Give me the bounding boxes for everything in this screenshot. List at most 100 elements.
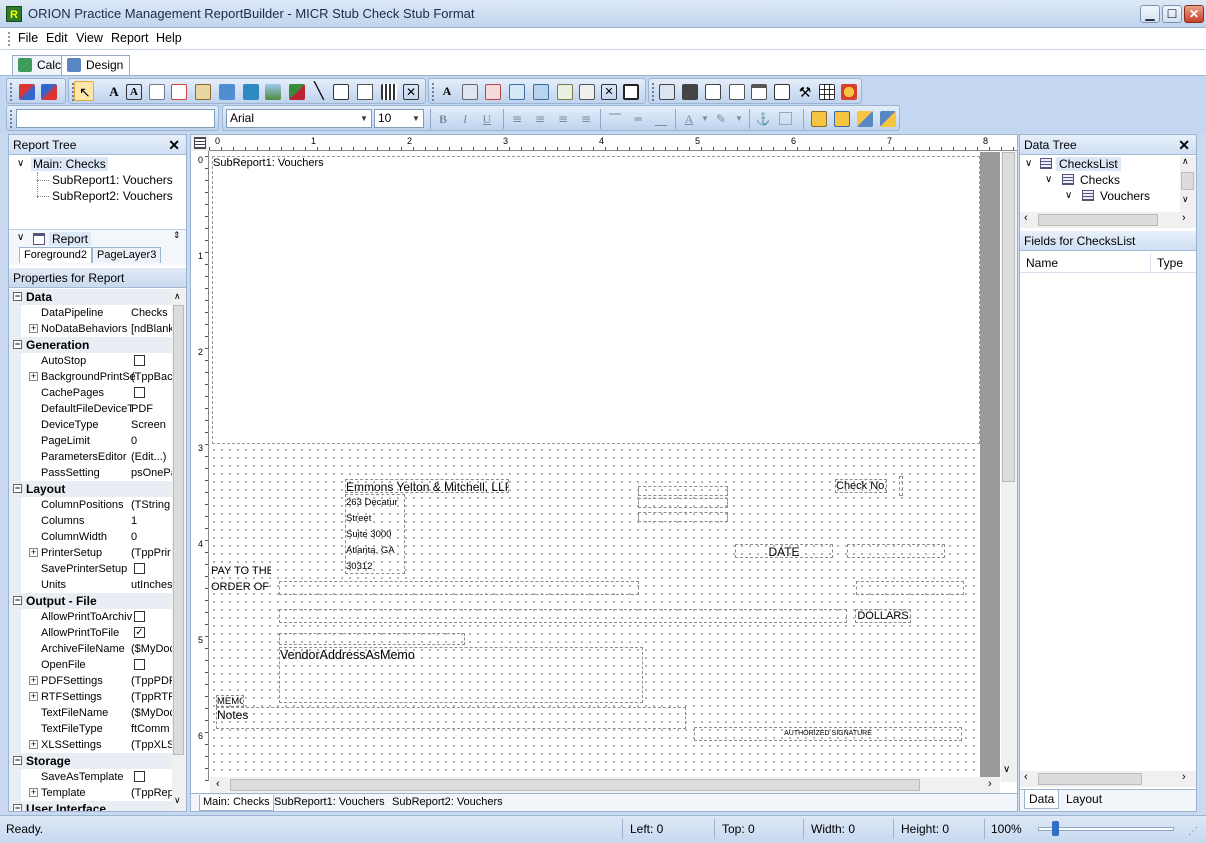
collapse-icon[interactable]: ∨ bbox=[1065, 190, 1072, 201]
property-checkbox[interactable]: ✓ bbox=[134, 627, 145, 638]
collapse-icon[interactable]: − bbox=[13, 596, 22, 605]
font-size-select[interactable]: 10 ▼ bbox=[374, 109, 424, 128]
check-no-label[interactable]: Check No. bbox=[835, 479, 887, 493]
dbbarcode-icon[interactable] bbox=[579, 84, 595, 100]
dbcalc-adv-icon[interactable] bbox=[509, 84, 525, 100]
scroll-thumb[interactable] bbox=[1002, 152, 1015, 482]
collapse-icon[interactable]: ∨ bbox=[1025, 158, 1032, 169]
bank-info-field[interactable] bbox=[638, 498, 728, 508]
menu-view[interactable]: View bbox=[76, 31, 103, 45]
tree-item-subreport2[interactable]: SubReport2: Vouchers bbox=[52, 189, 173, 203]
pay-to-label-2[interactable]: ORDER OF bbox=[211, 581, 271, 595]
property-row[interactable]: + NoDataBehaviors [ndBlank bbox=[9, 321, 179, 337]
collapse-icon[interactable]: − bbox=[13, 484, 22, 493]
property-category[interactable]: − User Interface bbox=[9, 801, 179, 811]
scroll-up-icon[interactable]: ∧ bbox=[174, 291, 181, 302]
company-name-label[interactable]: Emmons Yelton & Mitchell, LLP bbox=[345, 479, 509, 493]
layer-selector[interactable]: Report bbox=[49, 232, 92, 246]
align-top-icon[interactable]: ⎺ bbox=[607, 111, 623, 127]
subreport-region[interactable]: SubReport1: Vouchers bbox=[212, 156, 980, 444]
property-row[interactable]: ParametersEditor (Edit...) bbox=[9, 449, 179, 465]
scroll-down-icon[interactable]: ∨ bbox=[174, 795, 181, 806]
property-row[interactable]: ColumnWidth 0 bbox=[9, 529, 179, 545]
grid-toggle-icon[interactable] bbox=[194, 137, 206, 149]
highlight-color-icon[interactable]: ✎ bbox=[713, 111, 729, 127]
property-row[interactable]: TextFileType ftComm bbox=[9, 721, 179, 737]
teechart-icon[interactable] bbox=[729, 84, 745, 100]
dbcheckbox-icon[interactable]: ✕ bbox=[601, 84, 617, 100]
menu-help[interactable]: Help bbox=[156, 31, 182, 45]
property-row[interactable]: DataPipeline Checks bbox=[9, 305, 179, 321]
scroll-arrows-icon[interactable]: ⇕ bbox=[173, 230, 181, 241]
collapse-icon[interactable]: − bbox=[13, 756, 22, 765]
tab-layout[interactable]: Layout bbox=[1062, 790, 1106, 808]
checkbox-comp-icon[interactable]: ✕ bbox=[403, 84, 419, 100]
tab-design[interactable]: Design bbox=[61, 55, 131, 75]
pagebreak-icon[interactable] bbox=[623, 84, 639, 100]
property-checkbox[interactable] bbox=[134, 563, 145, 574]
column-name[interactable]: Name bbox=[1026, 256, 1058, 270]
scroll-thumb[interactable] bbox=[1038, 214, 1158, 226]
column-divider[interactable] bbox=[1150, 253, 1151, 273]
payee-name-field[interactable] bbox=[279, 633, 465, 645]
date-label[interactable]: DATE bbox=[735, 544, 833, 558]
close-icon[interactable]: ✕ bbox=[1178, 135, 1190, 155]
amount-words-field[interactable] bbox=[279, 609, 847, 623]
collapse-icon[interactable]: ∨ bbox=[1045, 174, 1052, 185]
label-icon[interactable]: A bbox=[106, 84, 122, 100]
maximize-button[interactable]: ☐ bbox=[1162, 5, 1182, 23]
signature-line[interactable]: AUTHORIZED SIGNATURE bbox=[694, 727, 962, 741]
dbmemo-icon[interactable] bbox=[462, 84, 478, 100]
property-row[interactable]: + RTFSettings (TppRTF bbox=[9, 689, 179, 705]
layer-tab-pagelayer3[interactable]: PageLayer3 bbox=[92, 247, 162, 263]
property-row[interactable]: DeviceType Screen bbox=[9, 417, 179, 433]
fields-hscroll[interactable]: ‹ › bbox=[1020, 771, 1196, 787]
tab-subreport1[interactable]: SubReport1: Vouchers bbox=[271, 795, 388, 810]
memo-icon[interactable] bbox=[149, 84, 165, 100]
send-back-icon[interactable] bbox=[834, 111, 850, 127]
zoom-slider-thumb[interactable] bbox=[1052, 821, 1059, 836]
vertical-scrollbar[interactable]: ∨ bbox=[1001, 152, 1017, 782]
bank-info-field[interactable] bbox=[638, 512, 728, 522]
align-center-icon[interactable]: ≡ bbox=[532, 111, 548, 127]
property-row[interactable]: CachePages bbox=[9, 385, 179, 401]
property-row[interactable]: SavePrinterSetup bbox=[9, 561, 179, 577]
tree-item-main[interactable]: Main: Checks bbox=[31, 157, 108, 171]
scroll-thumb[interactable] bbox=[230, 779, 920, 791]
bring-forward-icon[interactable] bbox=[857, 111, 873, 127]
group-icon[interactable] bbox=[659, 84, 675, 100]
property-row[interactable]: AllowPrintToArchiv bbox=[9, 609, 179, 625]
property-category[interactable]: − Generation bbox=[9, 337, 179, 353]
italic-button[interactable]: I bbox=[457, 111, 473, 127]
underline-button[interactable]: U bbox=[479, 111, 495, 127]
date-field[interactable] bbox=[847, 544, 945, 558]
justify-icon[interactable]: ≡ bbox=[578, 111, 594, 127]
amount-field[interactable] bbox=[856, 581, 964, 595]
memo-label[interactable]: MEMO bbox=[216, 695, 244, 707]
scroll-down-icon[interactable]: ∨ bbox=[1182, 194, 1189, 205]
expand-icon[interactable]: + bbox=[29, 788, 38, 797]
property-scrollbar[interactable]: ∧ ∨ bbox=[172, 289, 186, 811]
collapse-icon[interactable]: − bbox=[13, 340, 22, 349]
chevron-down-icon[interactable]: ▼ bbox=[697, 111, 713, 127]
data-tree-hscroll[interactable]: ‹ › bbox=[1020, 212, 1196, 228]
query-icon[interactable] bbox=[41, 84, 57, 100]
property-row[interactable]: AllowPrintToFile ✓ bbox=[9, 625, 179, 641]
map-icon[interactable] bbox=[841, 84, 857, 100]
dbtext-adv-icon[interactable]: A bbox=[439, 84, 455, 100]
align-middle-icon[interactable]: ═ bbox=[630, 111, 646, 127]
check-no-field[interactable] bbox=[899, 476, 903, 496]
menu-edit[interactable]: Edit bbox=[46, 31, 68, 45]
property-checkbox[interactable] bbox=[134, 355, 145, 366]
bank-info-field[interactable] bbox=[638, 486, 728, 496]
property-row[interactable]: Units utInches bbox=[9, 577, 179, 593]
scroll-left-icon[interactable]: ‹ bbox=[1024, 212, 1028, 224]
property-row[interactable]: DefaultFileDeviceT PDF bbox=[9, 401, 179, 417]
tab-data[interactable]: Data bbox=[1024, 790, 1060, 809]
wrench-icon[interactable]: ⚒ bbox=[797, 84, 813, 100]
minimize-button[interactable]: ▁ bbox=[1140, 5, 1160, 23]
barcode-icon[interactable] bbox=[381, 84, 397, 100]
pay-to-label-1[interactable]: PAY TO THE bbox=[211, 565, 271, 579]
scroll-right-icon[interactable]: › bbox=[1182, 771, 1186, 783]
data-tree-vscroll[interactable]: ∧ ∨ bbox=[1180, 156, 1196, 212]
